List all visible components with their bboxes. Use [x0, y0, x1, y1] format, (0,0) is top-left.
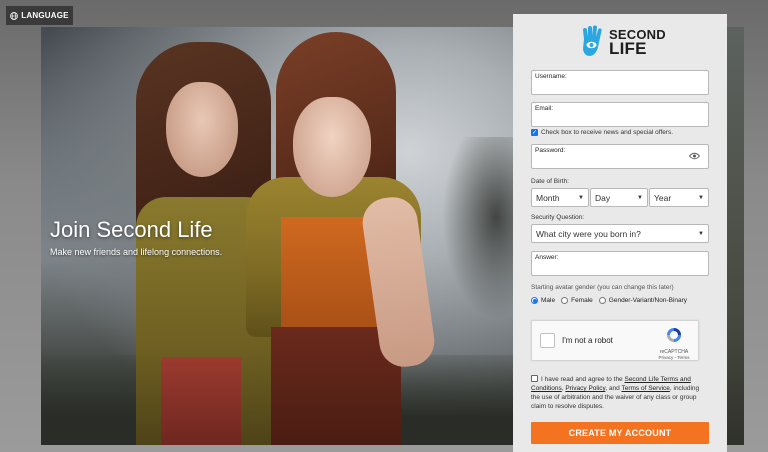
chevron-down-icon: ▼ [637, 195, 643, 201]
radio-dot [561, 297, 569, 304]
answer-field[interactable]: Answer: [531, 251, 709, 276]
radio-dot [531, 297, 538, 304]
dob-day-select[interactable]: Day ▼ [590, 188, 648, 207]
gender-nonbinary-label: Gender-Variant/Non-Binary [608, 297, 688, 304]
dob-label: Date of Birth: [531, 178, 569, 185]
terms-sep2: , and [605, 385, 622, 392]
news-checkbox[interactable] [531, 129, 538, 136]
security-question-value: What city were you born in? [536, 228, 641, 239]
chevron-down-icon: ▼ [698, 195, 704, 201]
password-label: Password: [535, 147, 566, 154]
avatar-left-skirt [161, 357, 241, 445]
answer-label: Answer: [535, 254, 559, 261]
recaptcha-widget: I'm not a robot reCAPTCHA Privacy - Term… [531, 320, 699, 361]
background-edge [727, 27, 744, 445]
gender-female-label: Female [571, 297, 593, 304]
terms-agreement: I have read and agree to the Second Life… [531, 375, 709, 411]
avatar-left-face [166, 82, 238, 177]
second-life-logo: SECOND LIFE [579, 22, 666, 62]
news-checkbox-label: Check box to receive news and special of… [541, 129, 674, 136]
terms-checkbox[interactable] [531, 375, 538, 382]
radio-dot [598, 297, 606, 304]
dob-month-select[interactable]: Month ▼ [531, 188, 589, 207]
gender-male-label: Male [541, 297, 556, 304]
news-checkbox-row: Check box to receive news and special of… [531, 129, 673, 136]
dob-day-value: Day [595, 192, 611, 203]
dob-year-select[interactable]: Year ▼ [649, 188, 709, 207]
hand-eye-logo-icon [583, 25, 602, 56]
security-question-select[interactable]: What city were you born in? ▼ [531, 224, 709, 243]
gender-radio-group: Male Female Gender-Variant/Non-Binary [531, 297, 687, 304]
hero-subtitle: Make new friends and lifelong connection… [50, 247, 223, 257]
recaptcha-logo-icon [667, 328, 681, 342]
avatar-right-face [293, 97, 371, 197]
gender-female-radio[interactable]: Female [561, 297, 593, 304]
dob-year-value: Year [654, 192, 672, 203]
language-button[interactable]: LANGUAGE [6, 6, 73, 25]
recaptcha-brand: reCAPTCHA Privacy - Terms [656, 327, 692, 360]
gender-male-radio[interactable]: Male [531, 297, 555, 304]
eye-icon[interactable] [689, 152, 700, 160]
hero-title: Join Second Life [50, 217, 213, 242]
username-field[interactable]: Username: [531, 70, 709, 95]
username-label: Username: [535, 73, 567, 80]
terms-prefix: I have read and agree to the [541, 376, 625, 383]
password-field[interactable]: Password: [531, 144, 709, 169]
chevron-down-icon: ▼ [578, 195, 584, 201]
email-field[interactable]: Email: [531, 102, 709, 127]
recaptcha-checkbox[interactable] [540, 333, 555, 348]
email-label: Email: [535, 105, 554, 112]
security-question-label: Security Question: [531, 214, 585, 221]
privacy-policy-link[interactable]: Privacy Policy [565, 385, 605, 392]
recaptcha-links[interactable]: Privacy - Terms [656, 355, 692, 360]
recaptcha-text: I'm not a robot [562, 336, 613, 345]
create-account-button[interactable]: CREATE MY ACCOUNT [531, 422, 709, 444]
signup-panel: SECOND LIFE Username: Email: Check box t… [513, 14, 727, 452]
gender-label: Starting avatar gender (you can change t… [531, 284, 674, 291]
globe-icon [10, 11, 19, 20]
tree-silhouette [433, 137, 513, 337]
language-label: LANGUAGE [21, 11, 69, 20]
dob-month-value: Month [536, 192, 560, 203]
terms-of-service-link[interactable]: Terms of Service [621, 385, 669, 392]
gender-nonbinary-radio[interactable]: Gender-Variant/Non-Binary [598, 297, 688, 304]
chevron-down-icon: ▼ [698, 231, 704, 237]
logo-line2: LIFE [609, 38, 647, 58]
hero-image: Join Second Life Make new friends and li… [41, 27, 513, 445]
